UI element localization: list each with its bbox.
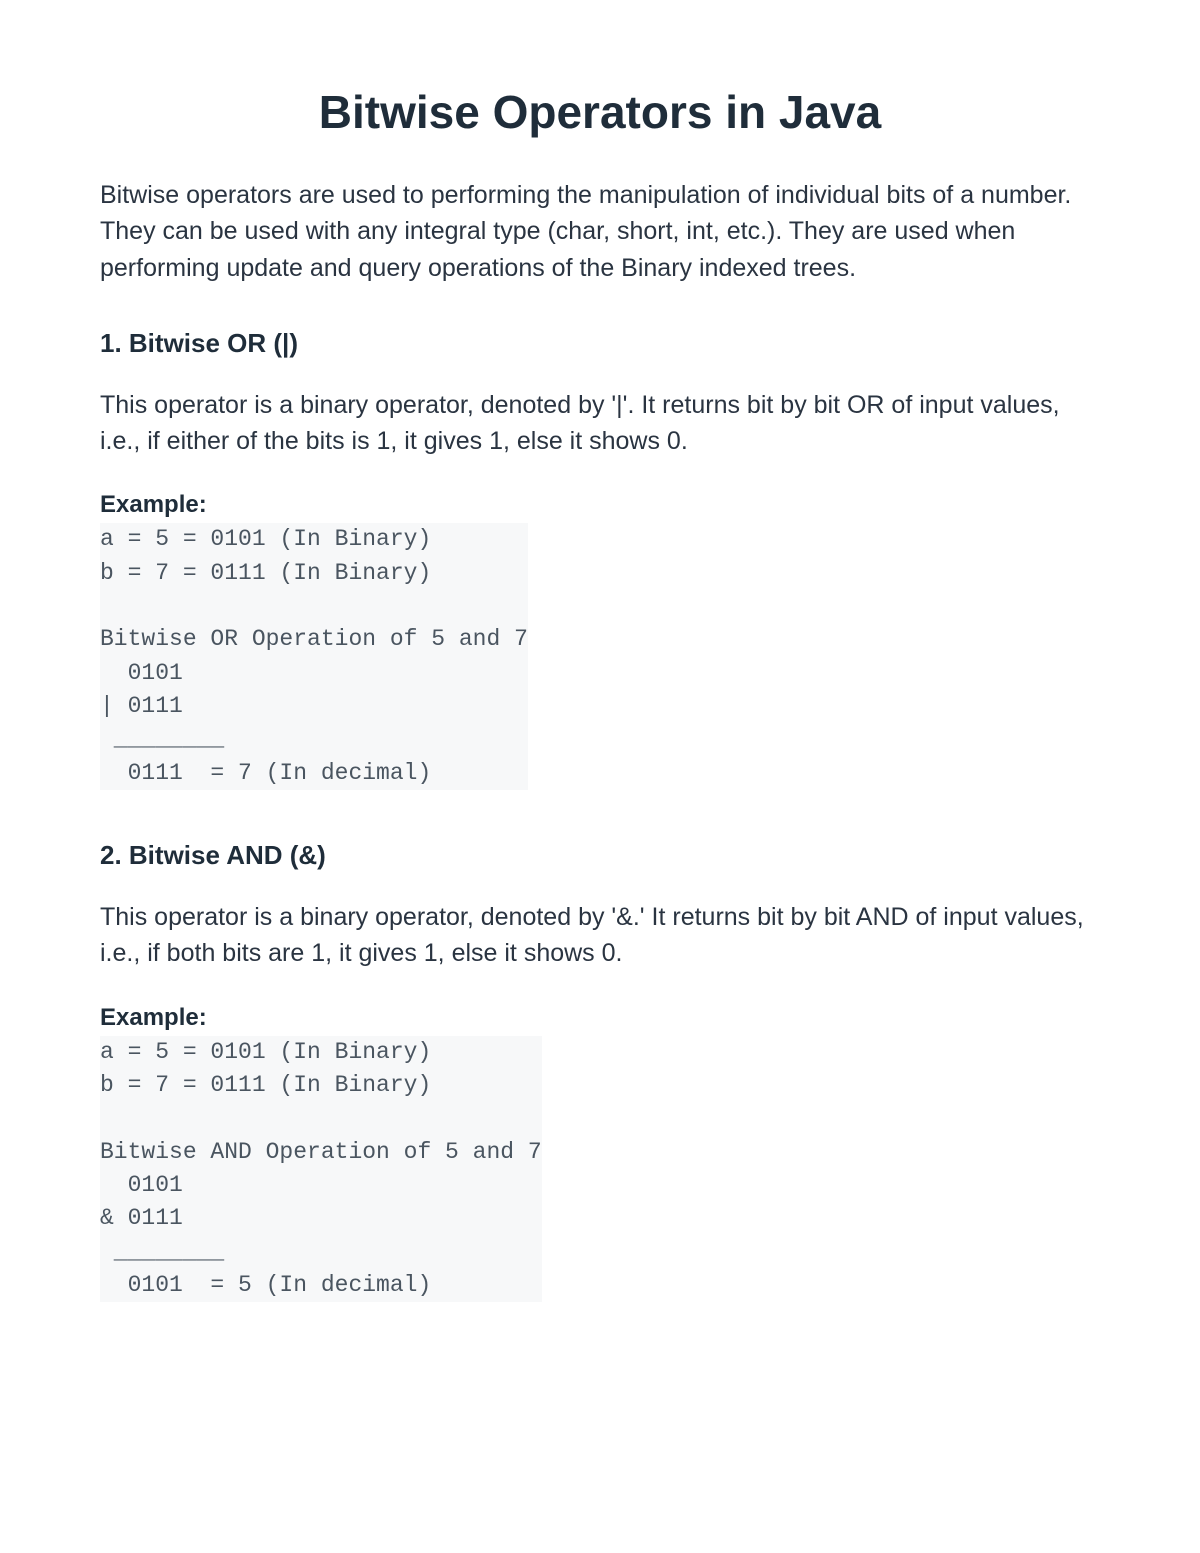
section-description: This operator is a binary operator, deno… <box>100 899 1100 972</box>
section-description: This operator is a binary operator, deno… <box>100 387 1100 460</box>
section-heading: 2. Bitwise AND (&) <box>100 840 1100 871</box>
example-label: Example: <box>100 491 1100 519</box>
section-bitwise-or: 1. Bitwise OR (|) This operator is a bin… <box>100 328 1100 830</box>
section-heading: 1. Bitwise OR (|) <box>100 328 1100 359</box>
section-bitwise-and: 2. Bitwise AND (&) This operator is a bi… <box>100 840 1100 1342</box>
code-block: a = 5 = 0101 (In Binary) b = 7 = 0111 (I… <box>100 1036 542 1303</box>
intro-paragraph: Bitwise operators are used to performing… <box>100 177 1100 286</box>
page-title: Bitwise Operators in Java <box>100 85 1100 139</box>
example-label: Example: <box>100 1004 1100 1032</box>
code-block: a = 5 = 0101 (In Binary) b = 7 = 0111 (I… <box>100 523 528 790</box>
